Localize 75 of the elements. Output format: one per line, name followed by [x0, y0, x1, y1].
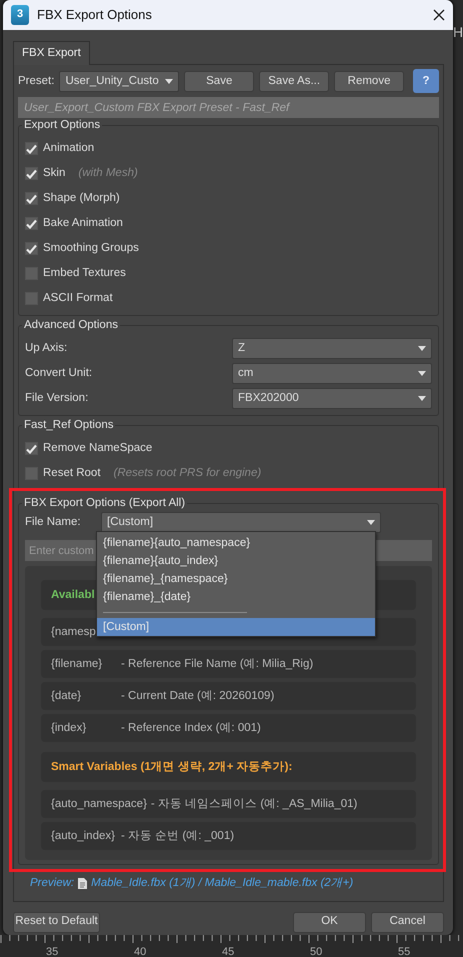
ok-button[interactable]: OK [293, 912, 366, 932]
hint-text: (with Mesh) [78, 166, 138, 182]
dropdown[interactable]: FBX202000 [232, 388, 432, 410]
document-icon [78, 878, 88, 890]
variable-description: - 자동 순번 (예: _001) [121, 828, 234, 844]
variable-name: {date} [51, 688, 82, 704]
preview-label: Preview: [30, 876, 74, 892]
close-button[interactable] [433, 9, 445, 21]
checkbox-label: Animation [43, 141, 94, 156]
caret-icon [367, 520, 375, 526]
preset-button[interactable]: Remove [334, 70, 404, 92]
variable-description: - Current Date (예: 20260109) [121, 688, 274, 704]
field-label: Convert Unit: [25, 366, 94, 382]
ruler-label: 40 [134, 945, 146, 957]
field-label: Up Axis: [25, 341, 68, 356]
checkbox-label: Skin [43, 166, 66, 182]
menu-item[interactable]: {filename}{auto_index} [97, 552, 375, 570]
window-title: FBX Export Options [37, 6, 152, 24]
group-title: Export Options [22, 118, 102, 132]
checkbox-label: Embed Textures [43, 266, 126, 282]
dropdown[interactable]: cm [232, 363, 432, 384]
checkbox-label: ASCII Format [43, 291, 113, 306]
checkbox[interactable] [25, 217, 38, 230]
preset-button[interactable]: Save As... [259, 70, 330, 92]
menu-item[interactable]: [Custom] [97, 618, 375, 636]
variable-description: - 자동 네임스페이스 (예: _AS_Milia_01) [150, 796, 358, 812]
checkbox[interactable] [25, 292, 38, 306]
menu-item[interactable]: {filename}{auto_namespace} [97, 534, 375, 552]
field-label: File Version: [25, 391, 90, 406]
checkbox-label: Reset Root [43, 466, 101, 482]
variable-name: {auto_namespace} [51, 796, 147, 812]
background-text: H [453, 23, 463, 42]
ruler-label: 55 [398, 945, 410, 957]
preset-button[interactable]: Save [184, 70, 254, 92]
group-title: Fast_Ref Options [22, 418, 116, 432]
preset-label: Preset: [18, 74, 54, 89]
checkbox-label: Shape (Morph) [43, 191, 120, 206]
tab[interactable]: FBX Export [13, 41, 90, 66]
variable-name: {auto_index} [51, 828, 116, 844]
app-icon: 3 [11, 5, 29, 25]
variable-description: - Reference Index (예: 001) [121, 720, 261, 736]
checkbox-label: Smoothing Groups [43, 241, 139, 256]
cancel-button[interactable]: Cancel [371, 912, 444, 932]
checkbox-label: Bake Animation [43, 216, 123, 232]
help-button[interactable]: ? [413, 69, 439, 94]
group-title: FBX Export Options (Export All) [22, 496, 188, 510]
caret-icon [418, 396, 426, 402]
checkbox[interactable] [25, 267, 38, 280]
description-field: User_Export_Custom FBX Export Preset - Fast_Ref [18, 97, 439, 118]
menu-item[interactable]: {filename}_{date} [97, 588, 375, 606]
field-label: File Name: [25, 515, 82, 530]
checkbox[interactable] [25, 167, 38, 180]
checkbox[interactable] [25, 467, 38, 480]
checkbox[interactable] [25, 192, 38, 206]
checkbox[interactable] [25, 442, 38, 456]
file-name-dropdown[interactable]: [Custom] [101, 512, 381, 534]
checkbox-label: Remove NameSpace [43, 441, 152, 456]
preview-text: Mable_Idle.fbx (1개) / Mable_Idle_mable.fbx (2개+) [91, 876, 354, 892]
dropdown[interactable]: Z [232, 338, 432, 360]
checkbox[interactable] [25, 242, 38, 256]
variable-description: - Reference File Name (예: Milia_Rig) [121, 656, 314, 672]
reset-button[interactable]: Reset to Default [13, 912, 100, 932]
preset-dropdown[interactable]: User_Unity_Custo [59, 70, 180, 92]
checkbox[interactable] [25, 142, 38, 156]
ruler-label: 35 [46, 945, 58, 957]
caret-icon [165, 78, 174, 84]
caret-icon [418, 346, 426, 352]
ruler-label: 50 [310, 945, 322, 957]
section-heading: Smart Variables (1개면 생략, 2개+ 자동추가): [41, 752, 416, 782]
ruler-label: 45 [222, 945, 234, 957]
variable-name: {index} [51, 720, 88, 736]
caret-icon [418, 371, 426, 376]
group-title: Advanced Options [22, 318, 120, 332]
variable-name: {filename} [51, 656, 104, 672]
hint-text: (Resets root PRS for engine) [114, 466, 262, 482]
